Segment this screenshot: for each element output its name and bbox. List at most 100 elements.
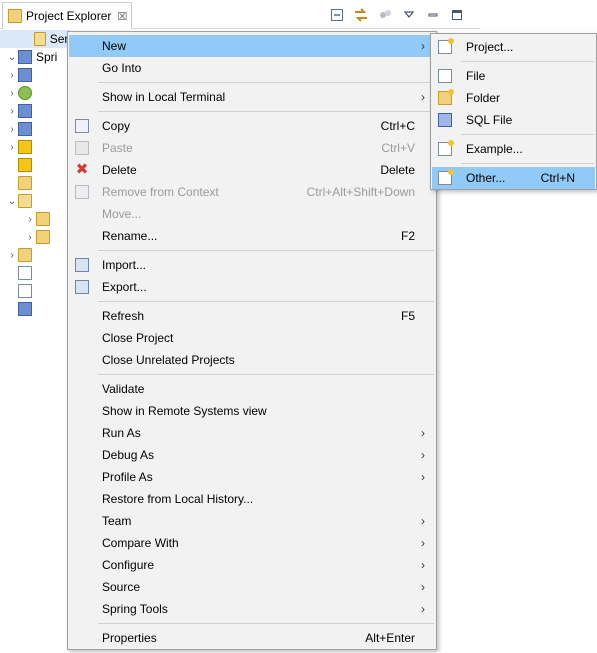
menu-item-label: Source xyxy=(102,580,141,594)
tree-item[interactable]: ⌄ Spri xyxy=(0,48,70,66)
tree-item[interactable] xyxy=(0,300,70,318)
new-file-icon xyxy=(438,69,452,83)
submenu-arrow-icon: › xyxy=(421,426,425,440)
menu-item-new[interactable]: New › xyxy=(69,35,435,57)
tree-item[interactable]: › xyxy=(0,138,70,156)
expand-toggle-icon[interactable]: › xyxy=(6,105,18,117)
menu-item-show-in-remote-systems-view[interactable]: Show in Remote Systems view xyxy=(69,400,435,422)
tree-item[interactable] xyxy=(0,264,70,282)
tree-item[interactable]: Serv xyxy=(0,30,70,48)
spring-icon xyxy=(18,86,32,100)
collapse-all-button[interactable] xyxy=(328,6,346,24)
new-project-icon xyxy=(438,38,454,54)
menu-item-source[interactable]: Source › xyxy=(69,576,435,598)
menu-item-label: Show in Remote Systems view xyxy=(102,404,267,418)
menu-item-restore-from-local-history[interactable]: Restore from Local History... xyxy=(69,488,435,510)
submenu-item-project[interactable]: Project... xyxy=(432,36,595,58)
submenu-item-example[interactable]: Example... xyxy=(432,138,595,160)
menu-item-close-unrelated-projects[interactable]: Close Unrelated Projects xyxy=(69,349,435,371)
minimize-button[interactable] xyxy=(424,6,442,24)
menu-item-spring-tools[interactable]: Spring Tools › xyxy=(69,598,435,620)
menu-item-profile-as[interactable]: Profile As › xyxy=(69,466,435,488)
submenu-item-sql-file[interactable]: SQL File xyxy=(432,109,595,131)
submenu-arrow-icon: › xyxy=(421,558,425,572)
menu-item-go-into[interactable]: Go Into xyxy=(69,57,435,79)
tree-item[interactable]: › xyxy=(0,84,70,102)
expand-toggle-icon[interactable]: › xyxy=(6,141,18,153)
menu-item-show-in-local-terminal[interactable]: Show in Local Terminal › xyxy=(69,86,435,108)
menu-item-delete[interactable]: ✖ Delete Delete xyxy=(69,159,435,181)
tree-item[interactable]: › xyxy=(0,246,70,264)
tree-item[interactable]: › xyxy=(0,102,70,120)
file-icon xyxy=(18,266,32,280)
menu-item-copy[interactable]: Copy Ctrl+C xyxy=(69,115,435,137)
expand-toggle-icon[interactable]: › xyxy=(6,69,18,81)
tree-item[interactable]: ⌄ xyxy=(0,192,70,210)
menu-item-validate[interactable]: Validate xyxy=(69,378,435,400)
expand-toggle-icon[interactable]: ⌄ xyxy=(6,195,18,207)
expand-toggle-icon[interactable]: › xyxy=(24,231,36,243)
tab-project-explorer[interactable]: Project Explorer ☒ xyxy=(2,2,132,29)
collapse-all-icon xyxy=(331,9,343,21)
project-explorer-icon xyxy=(8,9,22,23)
menu-item-configure[interactable]: Configure › xyxy=(69,554,435,576)
folder-open-icon xyxy=(33,32,46,46)
maximize-button[interactable] xyxy=(448,6,466,24)
menu-item-move: Move... xyxy=(69,203,435,225)
tree-item[interactable]: › xyxy=(0,210,70,228)
submenu-item-file[interactable]: File xyxy=(432,65,595,87)
menu-item-label: Properties xyxy=(102,631,157,645)
maven-project-icon xyxy=(18,50,32,64)
menu-item-export[interactable]: Export... xyxy=(69,276,435,298)
menu-item-run-as[interactable]: Run As › xyxy=(69,422,435,444)
menu-item-shortcut: Ctrl+C xyxy=(380,119,415,133)
menu-item-label: Close Project xyxy=(102,331,174,345)
menu-item-label: Paste xyxy=(102,141,133,155)
menu-item-label: Refresh xyxy=(102,309,145,323)
submenu-item-other[interactable]: Other... Ctrl+N xyxy=(432,167,595,189)
expand-toggle-icon[interactable]: › xyxy=(24,213,36,225)
menu-item-label: Validate xyxy=(102,382,145,396)
menu-item-close-project[interactable]: Close Project xyxy=(69,327,435,349)
tree-item[interactable] xyxy=(0,156,70,174)
link-with-editor-button[interactable] xyxy=(352,6,370,24)
view-menu-button[interactable] xyxy=(400,6,418,24)
menu-item-compare-with[interactable]: Compare With › xyxy=(69,532,435,554)
expand-toggle-icon[interactable]: › xyxy=(6,123,18,135)
menu-item-shortcut: F2 xyxy=(400,229,415,243)
menu-item-shortcut: Delete xyxy=(380,163,415,177)
menu-item-rename[interactable]: Rename... F2 xyxy=(69,225,435,247)
submenu-arrow-icon: › xyxy=(421,602,425,616)
menu-item-refresh[interactable]: Refresh F5 xyxy=(69,305,435,327)
filters-button[interactable] xyxy=(376,6,394,24)
menu-item-label: Profile As xyxy=(102,470,153,484)
submenu-item-folder[interactable]: Folder xyxy=(432,87,595,109)
folder-icon xyxy=(36,230,50,244)
tree-item[interactable]: › xyxy=(0,228,70,246)
web-folder-icon xyxy=(18,176,32,190)
expand-toggle-icon[interactable]: › xyxy=(6,87,18,99)
tree-item[interactable]: › xyxy=(0,66,70,84)
menu-item-debug-as[interactable]: Debug As › xyxy=(69,444,435,466)
menu-separator xyxy=(98,250,434,251)
tree-item[interactable] xyxy=(0,174,70,192)
pom-file-icon xyxy=(18,302,32,316)
menu-item-import[interactable]: Import... xyxy=(69,254,435,276)
expand-toggle-icon[interactable]: ⌄ xyxy=(6,51,18,63)
submenu-arrow-icon: › xyxy=(421,470,425,484)
menu-separator xyxy=(98,374,434,375)
expand-toggle-icon[interactable]: › xyxy=(6,249,18,261)
menu-item-label: New xyxy=(102,39,127,53)
submenu-item-label: Example... xyxy=(466,142,523,156)
tree-item[interactable]: › xyxy=(0,120,70,138)
menu-item-team[interactable]: Team › xyxy=(69,510,435,532)
menu-item-properties[interactable]: Properties Alt+Enter xyxy=(69,627,435,649)
submenu-item-label: Project... xyxy=(466,40,514,54)
menu-item-label: Configure xyxy=(102,558,155,572)
tree-item[interactable] xyxy=(0,282,70,300)
close-icon[interactable]: ☒ xyxy=(117,10,127,23)
